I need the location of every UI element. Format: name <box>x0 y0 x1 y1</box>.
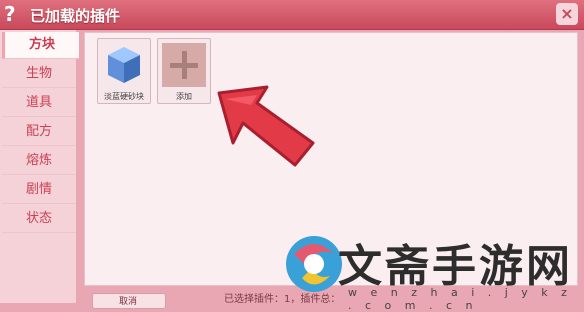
watermark-text: 文斋手游网 <box>338 241 573 292</box>
plugin-tile-label: 添加 <box>176 92 192 101</box>
watermark-url: w e n z h a i . j y k z . c o m . c n <box>348 286 572 312</box>
help-icon[interactable]: ? <box>4 2 22 26</box>
plus-icon <box>162 43 206 87</box>
sidebar-item-items[interactable]: 道具 <box>2 90 76 117</box>
window-titlebar: ? 已加载的插件 × <box>0 0 584 30</box>
sidebar-item-label: 方块 <box>28 37 55 52</box>
sidebar-item-label: 剧情 <box>25 182 52 197</box>
blue-cube-icon <box>102 43 146 87</box>
close-button[interactable]: × <box>556 3 578 25</box>
sidebar-item-recipes[interactable]: 配方 <box>2 119 76 146</box>
sidebar-item-creatures[interactable]: 生物 <box>2 61 76 88</box>
sidebar-item-label: 熔炼 <box>25 153 52 168</box>
window-title: 已加载的插件 <box>30 7 121 25</box>
sidebar-item-story[interactable]: 剧情 <box>2 177 76 204</box>
watermark: 文斋手游网 w e n z h a i . j y k z . c o m . … <box>280 228 584 312</box>
site-logo-icon <box>286 236 342 292</box>
add-plugin-button[interactable]: 添加 <box>157 38 211 104</box>
sidebar-item-smelting[interactable]: 熔炼 <box>2 148 76 175</box>
red-arrow-annotation <box>217 85 315 167</box>
plugin-tile-light-blue-block[interactable]: 淡蓝硬砂块 <box>97 38 151 104</box>
sidebar-item-status[interactable]: 状态 <box>2 206 76 233</box>
category-sidebar: 方块 生物 道具 配方 熔炼 剧情 状态 <box>0 30 79 303</box>
sidebar-item-blocks[interactable]: 方块 <box>2 32 79 59</box>
sidebar-item-label: 道具 <box>25 95 52 110</box>
sidebar-item-label: 生物 <box>25 66 52 81</box>
cancel-button-label: 取消 <box>119 297 138 307</box>
plugin-tile-label: 淡蓝硬砂块 <box>104 92 144 101</box>
sidebar-item-label: 状态 <box>25 211 52 226</box>
cancel-button[interactable]: 取消 <box>92 293 166 309</box>
sidebar-item-label: 配方 <box>25 124 52 139</box>
